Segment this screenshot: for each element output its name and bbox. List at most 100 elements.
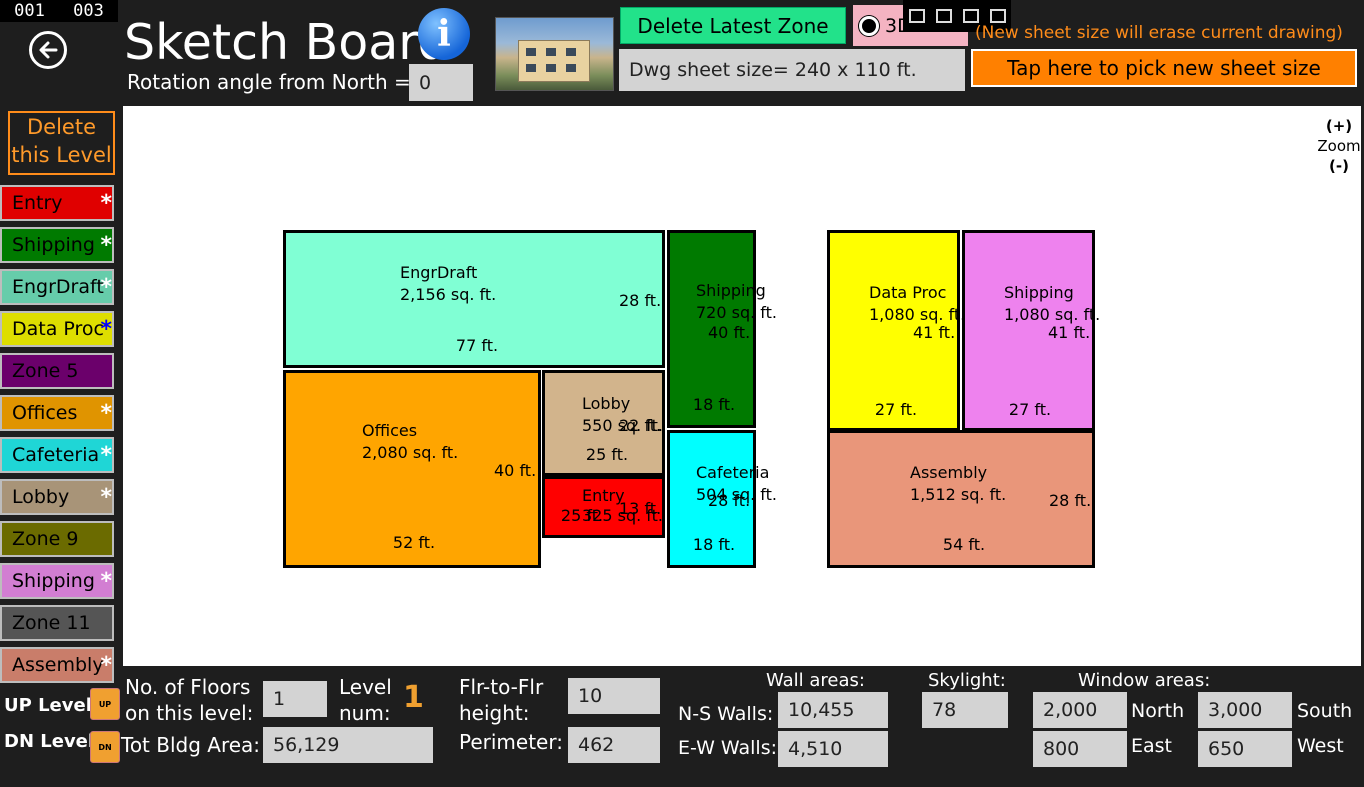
floors-label: No. of Floors on this level: (125, 675, 254, 725)
zone-button[interactable]: Zone 9 (0, 521, 114, 557)
zone-button[interactable]: Offices * (0, 395, 114, 431)
rotation-label: Rotation angle from North = (127, 70, 411, 94)
room-area: 2,156 sq. ft. (400, 285, 497, 304)
zone-star-icon: * (100, 191, 112, 216)
window-areas-label: Window areas: (1078, 670, 1211, 691)
room-offices[interactable]: Offices 2,080 sq. ft. 40 ft. 52 ft. (283, 370, 541, 568)
down-arrow-icon[interactable]: DN (90, 731, 120, 763)
zone-button[interactable]: Lobby * (0, 479, 114, 515)
zone-star-icon: * (100, 485, 112, 510)
zoom-in-button[interactable]: (+) (1316, 116, 1362, 136)
room-depth: 41 ft. (1048, 323, 1091, 342)
pick-sheet-size-button[interactable]: Tap here to pick new sheet size (971, 49, 1357, 87)
level-num-value: 1 (403, 680, 424, 715)
zone-label: Entry (12, 192, 63, 214)
zone-button[interactable]: Assembly * (0, 647, 114, 683)
room-width: 18 ft. (692, 535, 736, 554)
room-assembly[interactable]: Assembly 1,512 sq. ft. 28 ft. 54 ft. (827, 430, 1095, 568)
skylight-value: 78 (922, 692, 1008, 728)
radio-dot-icon (859, 15, 879, 36)
north-label: North (1131, 700, 1185, 722)
zone-button[interactable]: EngrDraft * (0, 269, 114, 305)
room-width: 52 ft. (392, 533, 436, 552)
east-label: East (1131, 735, 1172, 757)
room-cafeteria[interactable]: Cafeteria 504 sq. ft. 28 ft. 18 ft. (667, 430, 777, 568)
room-width: 54 ft. (942, 535, 986, 554)
page-counter: 001 003 (0, 0, 118, 22)
room-width: 18 ft. (692, 395, 736, 414)
room-name: Shipping (1004, 283, 1074, 302)
room-name: Data Proc (869, 283, 947, 302)
delete-latest-zone-button[interactable]: Delete Latest Zone (620, 7, 846, 44)
page-title: Sketch Board (124, 14, 449, 71)
room-area: 2,080 sq. ft. (362, 443, 459, 462)
room-shipping1[interactable]: Shipping 720 sq. ft. 40 ft. 18 ft. (667, 230, 777, 428)
zone-button[interactable]: Cafeteria * (0, 437, 114, 473)
up-arrow-icon[interactable]: UP (90, 688, 120, 720)
room-depth: 40 ft. (494, 461, 537, 480)
info-icon[interactable]: i (418, 8, 470, 60)
rotation-input[interactable]: 0 (409, 64, 473, 101)
zone-star-icon: * (100, 443, 112, 468)
snip-icon[interactable] (908, 9, 925, 23)
flr-height-label: Flr-to-Flr height: (459, 675, 544, 725)
capture-icon[interactable] (989, 9, 1006, 23)
zoom-label: Zoom (1317, 137, 1361, 155)
room-lobby[interactable]: Lobby 550 sq. ft. 22 ft. 25 ft. (542, 370, 665, 476)
room-dataproc[interactable]: Data Proc 1,080 sq. ft. 41 ft. 27 ft. (827, 230, 965, 431)
room-depth: 22 ft. (619, 416, 662, 435)
room-entry[interactable]: Entry 325 sq. ft. 13 ft. 25 ft. (542, 476, 665, 538)
zone-label: Cafeteria (12, 444, 100, 466)
zone-star-icon: * (100, 401, 112, 426)
frame-icon[interactable] (962, 9, 979, 23)
zone-label: Zone 5 (12, 360, 79, 382)
floors-input[interactable]: 1 (263, 681, 327, 717)
east-window-value: 800 (1033, 731, 1127, 767)
room-name: Shipping (696, 281, 766, 300)
back-button[interactable] (29, 31, 67, 69)
room-name: Assembly (910, 463, 988, 482)
zone-button[interactable]: Entry * (0, 185, 114, 221)
room-depth: 41 ft. (913, 323, 956, 342)
room-width: 25 ft. (585, 445, 629, 464)
zone-button[interactable]: Shipping * (0, 563, 114, 599)
zone-button[interactable]: Data Proc * (0, 311, 114, 347)
pointer-icon[interactable] (935, 9, 952, 23)
wall-areas-label: Wall areas: (766, 670, 865, 691)
dn-level-label[interactable]: DN Level (4, 731, 94, 752)
zone-button[interactable]: Zone 11 (0, 605, 114, 641)
room-depth: 28 ft. (619, 291, 662, 310)
room-name: Lobby (582, 394, 631, 413)
up-level-label[interactable]: UP Level (4, 695, 92, 716)
room-name: EngrDraft (400, 263, 478, 282)
room-area: 1,080 sq. ft. (869, 305, 966, 324)
zone-label: Zone 11 (12, 612, 91, 634)
level-num-label: Level num: (339, 675, 392, 725)
ns-walls-label: N-S Walls: (678, 703, 774, 725)
delete-level-button[interactable]: Delete this Level (8, 111, 115, 175)
counter-right: 003 (73, 1, 104, 21)
zone-button[interactable]: Shipping * (0, 227, 114, 263)
room-name: Cafeteria (696, 463, 770, 482)
room-shipping2[interactable]: Shipping 1,080 sq. ft. 41 ft. 27 ft. (962, 230, 1100, 431)
room-width: 77 ft. (455, 336, 499, 355)
building-thumbnail[interactable] (495, 17, 614, 91)
south-label: South (1297, 700, 1353, 722)
zone-star-icon: * (100, 317, 112, 342)
zone-label: Shipping (12, 234, 95, 256)
west-window-value: 650 (1198, 731, 1292, 767)
ew-walls-value: 4,510 (778, 731, 888, 767)
room-name: Offices (362, 421, 418, 440)
zone-star-icon: * (100, 569, 112, 594)
room-area: 1,512 sq. ft. (910, 485, 1007, 504)
zone-button[interactable]: Zone 5 (0, 353, 114, 389)
room-depth: 28 ft. (1049, 491, 1092, 510)
room-width: 27 ft. (874, 400, 918, 419)
west-label: West (1297, 735, 1344, 757)
perimeter-value: 462 (568, 727, 660, 763)
skylight-label: Skylight: (928, 670, 1006, 691)
flr-height-input[interactable]: 10 (568, 678, 660, 714)
zoom-out-button[interactable]: (-) (1316, 156, 1362, 176)
room-engrdraft[interactable]: EngrDraft 2,156 sq. ft. 28 ft. 77 ft. (283, 230, 665, 368)
zone-label: Assembly (12, 654, 104, 676)
